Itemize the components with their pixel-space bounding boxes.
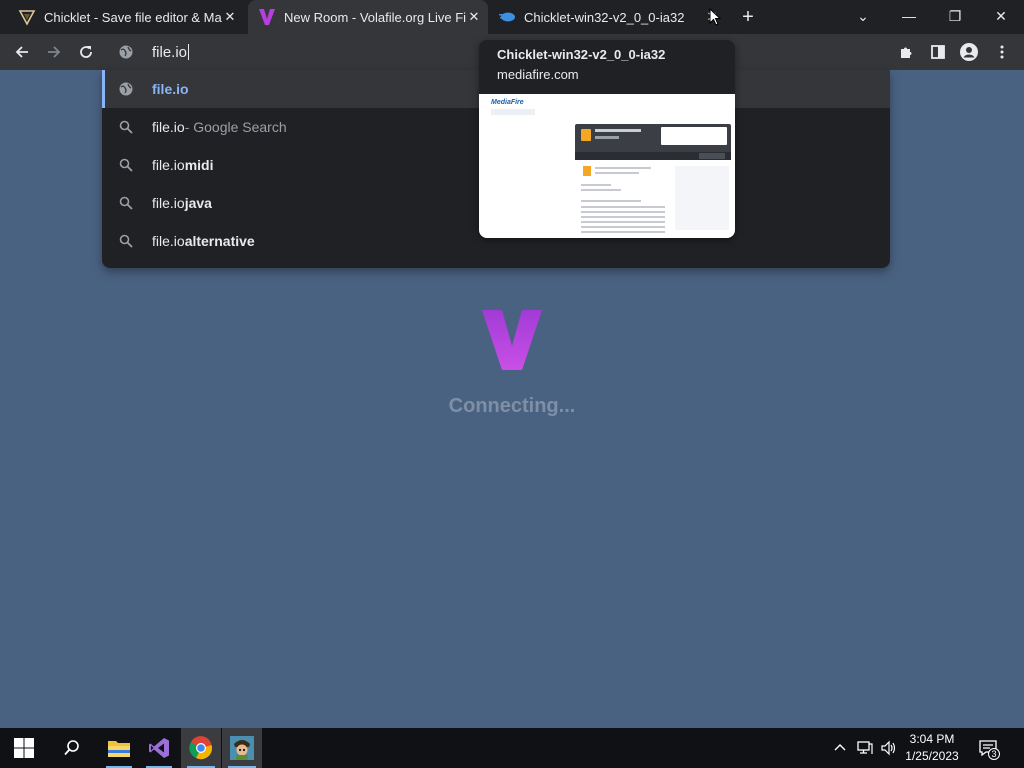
forward-arrow-icon — [48, 46, 61, 58]
reload-button[interactable] — [72, 38, 100, 66]
suggestion-query: file.io — [152, 157, 185, 173]
globe-icon — [118, 81, 134, 97]
network-icon — [857, 741, 873, 754]
taskbar-file-explorer[interactable] — [100, 728, 138, 768]
hover-card-thumbnail: MediaFire — [479, 94, 735, 238]
connecting-status: Connecting... — [448, 395, 576, 417]
close-icon[interactable]: ✕ — [222, 9, 238, 25]
address-bar[interactable]: file.io — [102, 34, 482, 70]
game-app-icon — [230, 736, 254, 760]
taskbar-visual-studio[interactable] — [140, 728, 178, 768]
tab-strip: Chicklet - Save file editor & Map ✕ New … — [0, 0, 1024, 34]
taskbar-chrome[interactable] — [181, 728, 221, 768]
tab-hover-card: Chicklet-win32-v2_0_0-ia32 mediafire.com… — [479, 40, 735, 238]
suggestion-suffix: - Google Search — [184, 119, 287, 135]
extensions-button[interactable] — [892, 38, 920, 66]
minimize-button[interactable]: — — [886, 0, 932, 32]
forward-button[interactable] — [40, 38, 68, 66]
address-input[interactable]: file.io — [152, 43, 190, 61]
notification-count-badge: 3 — [988, 748, 1000, 760]
show-hidden-icons-button[interactable] — [830, 728, 850, 768]
new-tab-button[interactable]: + — [736, 6, 760, 28]
tab-chicklet[interactable]: Chicklet - Save file editor & Map ✕ — [10, 0, 244, 34]
side-panel-button[interactable] — [924, 38, 952, 66]
mediafire-icon — [498, 8, 516, 26]
tab-volafile[interactable]: New Room - Volafile.org Live File ✕ — [248, 0, 488, 34]
puzzle-icon — [901, 47, 912, 58]
profile-button[interactable] — [955, 38, 983, 66]
reload-icon — [80, 46, 92, 58]
chicklet-icon — [18, 8, 36, 26]
speaker-icon — [881, 740, 896, 756]
suggestion-query: file.io — [152, 233, 185, 249]
action-center-button[interactable] — [972, 728, 1004, 768]
chevron-up-icon — [834, 744, 846, 751]
suggestion-query: file.io — [152, 195, 185, 211]
hover-card-domain: mediafire.com — [497, 67, 579, 82]
start-button[interactable] — [0, 728, 48, 768]
taskbar-game-app[interactable] — [222, 728, 262, 768]
volume-button[interactable] — [878, 728, 900, 768]
kebab-menu-icon — [1000, 45, 1004, 59]
restore-button[interactable]: ❐ — [932, 0, 978, 32]
close-icon[interactable]: ✕ — [466, 9, 482, 25]
suggestion-suffix: java — [184, 195, 212, 211]
tab-title: Chicklet-win32-v2_0_0-ia32 — [524, 9, 685, 25]
side-panel-icon — [931, 45, 945, 59]
avatar-icon — [960, 43, 978, 61]
visual-studio-icon — [149, 738, 169, 758]
search-icon — [118, 157, 134, 173]
windows-logo-icon — [14, 738, 34, 758]
taskbar: 3:04 PM 1/25/2023 — [0, 728, 1024, 768]
tab-title: Chicklet - Save file editor & Map — [44, 9, 222, 25]
suggestion-query: file.io — [152, 119, 185, 135]
taskbar-search-button[interactable] — [48, 728, 96, 768]
network-button[interactable] — [854, 728, 876, 768]
clock-date: 1/25/2023 — [905, 749, 959, 763]
chrome-icon — [189, 736, 212, 760]
search-icon — [64, 740, 79, 756]
tab-mediafire[interactable]: Chicklet-win32-v2_0_0-ia32 ✕ — [490, 0, 726, 34]
address-value: file.io — [152, 43, 188, 61]
thumbnail-sidebar — [675, 166, 729, 230]
thumbnail-download-card — [575, 124, 731, 160]
thumbnail-file-icon — [583, 166, 591, 176]
search-icon — [118, 233, 134, 249]
suggestion-suffix: alternative — [184, 233, 255, 249]
hover-card-title: Chicklet-win32-v2_0_0-ia32 — [497, 47, 666, 62]
suggestion-url: file.io — [152, 81, 189, 97]
tab-search-button[interactable]: ⌄ — [840, 0, 886, 32]
volafile-logo — [480, 308, 544, 372]
window-close-button[interactable]: ✕ — [978, 0, 1024, 32]
back-button[interactable] — [8, 38, 36, 66]
tab-title: New Room - Volafile.org Live File — [284, 9, 466, 25]
mouse-cursor-icon — [709, 7, 722, 31]
globe-icon — [118, 44, 134, 60]
search-icon — [118, 119, 134, 135]
volafile-v-icon — [258, 8, 276, 26]
mediafire-logo: MediaFire — [491, 99, 524, 106]
back-arrow-icon — [15, 46, 28, 58]
suggestion-suffix: midi — [184, 157, 214, 173]
text-caret — [188, 43, 190, 60]
clock-time: 3:04 PM — [909, 732, 955, 746]
file-explorer-icon — [108, 741, 130, 757]
menu-button[interactable] — [988, 38, 1016, 66]
thumbnail-nav — [491, 109, 535, 115]
taskbar-clock[interactable]: 3:04 PM 1/25/2023 — [900, 728, 964, 768]
search-icon — [118, 195, 134, 211]
